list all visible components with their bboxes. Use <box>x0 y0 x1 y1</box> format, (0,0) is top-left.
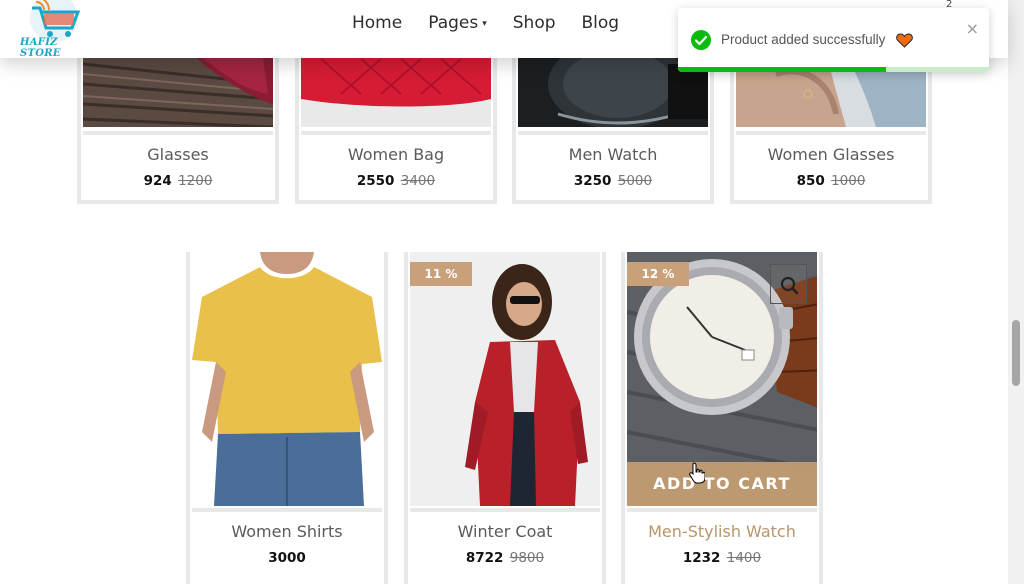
nav-blog[interactable]: Blog <box>582 12 620 35</box>
product-info: Men Watch 3250 5000 <box>518 131 708 196</box>
product-old-price: 3400 <box>400 173 436 189</box>
heart-icon <box>896 33 913 48</box>
product-title[interactable]: Women Shirts <box>192 522 382 541</box>
product-card-winter-coat[interactable]: 11 % Winter Coat 8722 9800 <box>404 252 606 584</box>
product-price: 3000 <box>268 550 306 566</box>
product-info: Women Bag 2550 3400 <box>301 131 491 196</box>
product-title[interactable]: Women Bag <box>301 145 491 164</box>
product-info: Glasses 924 1200 <box>83 131 273 196</box>
product-old-price: 5000 <box>617 173 653 189</box>
product-old-price: 1000 <box>831 173 866 189</box>
product-card-men-watch[interactable]: Men Watch 3250 5000 <box>512 54 714 204</box>
toast-progress-bar <box>678 67 887 72</box>
nav-pages[interactable]: Pages ▾ <box>428 12 487 35</box>
toast-progress-track <box>678 67 989 72</box>
chevron-down-icon: ▾ <box>482 19 487 29</box>
page-scrollbar[interactable] <box>1008 0 1024 584</box>
product-title[interactable]: Women Glasses <box>736 145 926 164</box>
product-image[interactable] <box>301 54 491 127</box>
product-card-women-shirts[interactable]: Women Shirts 3000 <box>186 252 388 584</box>
product-info: Women Glasses 850 1000 <box>736 131 926 196</box>
product-info: Winter Coat 8722 9800 <box>410 508 600 578</box>
product-old-price: 1200 <box>178 173 213 189</box>
product-image[interactable]: 11 % <box>410 252 600 506</box>
product-card-men-stylish-watch[interactable]: 12 % ADD TO CART Men-Stylish Watch 1232 … <box>621 252 823 584</box>
toast-close-button[interactable]: × <box>966 19 979 38</box>
product-image[interactable]: 12 % ADD TO CART <box>627 252 817 506</box>
product-title[interactable]: Men-Stylish Watch <box>627 522 817 541</box>
product-image[interactable] <box>83 54 273 127</box>
product-prices: 850 1000 <box>736 173 926 189</box>
product-prices: 924 1200 <box>83 173 273 189</box>
product-image[interactable] <box>192 252 382 506</box>
product-info: Men-Stylish Watch 1232 1400 <box>627 508 817 578</box>
nav-pages-label: Pages <box>428 13 479 33</box>
product-info: Women Shirts 3000 <box>192 508 382 578</box>
product-title[interactable]: Glasses <box>83 145 273 164</box>
product-price: 8722 <box>465 550 504 566</box>
discount-badge: 11 % <box>410 262 472 286</box>
product-price: 924 <box>143 173 172 189</box>
product-prices: 3000 <box>192 550 382 566</box>
search-icon <box>780 276 799 295</box>
product-card-glasses[interactable]: Glasses 924 1200 <box>77 54 279 204</box>
quick-view-button[interactable] <box>770 264 807 304</box>
product-prices: 1232 1400 <box>627 550 817 566</box>
product-prices: 2550 3400 <box>301 173 491 189</box>
product-price: 2550 <box>356 173 395 189</box>
toast-notification: Product added successfully × <box>678 8 989 72</box>
product-price: 1232 <box>682 550 721 566</box>
nav-shop[interactable]: Shop <box>513 12 556 35</box>
product-title[interactable]: Men Watch <box>518 145 708 164</box>
scrollbar-thumb[interactable] <box>1012 320 1020 386</box>
discount-badge: 12 % <box>627 262 689 286</box>
nav-home[interactable]: Home <box>352 12 402 35</box>
product-prices: 3250 5000 <box>518 173 708 189</box>
product-title[interactable]: Winter Coat <box>410 522 600 541</box>
logo-text: HAFIZ STORE <box>20 37 61 59</box>
add-to-cart-button[interactable]: ADD TO CART <box>627 462 817 506</box>
product-old-price: 9800 <box>509 550 545 566</box>
page: HAFIZ STORE Home Pages ▾ Shop Blog 2 Prod… <box>0 0 1024 584</box>
product-card-women-glasses[interactable]: Women Glasses 850 1000 <box>730 54 932 204</box>
main-nav: Home Pages ▾ Shop Blog <box>352 12 619 35</box>
product-prices: 8722 9800 <box>410 550 600 566</box>
product-price: 850 <box>796 173 825 189</box>
check-circle-icon <box>691 30 711 50</box>
product-card-women-bag[interactable]: Women Bag 2550 3400 <box>295 54 497 204</box>
hand-pointer-cursor-icon <box>689 462 705 484</box>
logo[interactable]: HAFIZ STORE <box>18 0 94 59</box>
toast-message: Product added successfully <box>721 32 886 47</box>
product-old-price: 1400 <box>726 550 762 566</box>
product-price: 3250 <box>573 173 612 189</box>
